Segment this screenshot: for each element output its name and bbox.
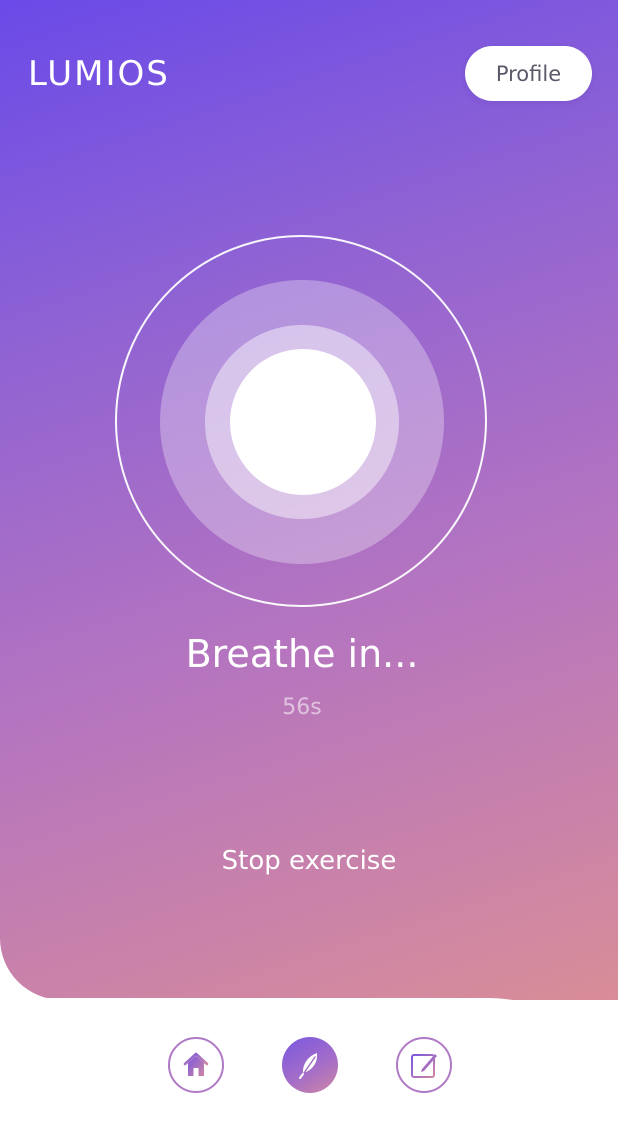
stop-exercise-button[interactable]: Stop exercise [180,838,438,884]
breathing-prompt: Breathe in... [185,632,419,676]
profile-button[interactable]: Profile [465,46,592,101]
feather-icon [295,1050,325,1080]
breathing-circle-core [230,349,376,495]
breathing-screen: LUMIOS Profile Breathe in... 56s Stop ex… [0,0,618,1128]
exercise-timer: 56s [282,695,322,720]
nav-journal-button[interactable] [396,1037,452,1093]
home-icon [181,1050,211,1080]
journal-icon [408,1049,440,1081]
nav-breathe-button[interactable] [282,1037,338,1093]
app-logo: LUMIOS [28,54,170,94]
nav-home-button[interactable] [168,1037,224,1093]
